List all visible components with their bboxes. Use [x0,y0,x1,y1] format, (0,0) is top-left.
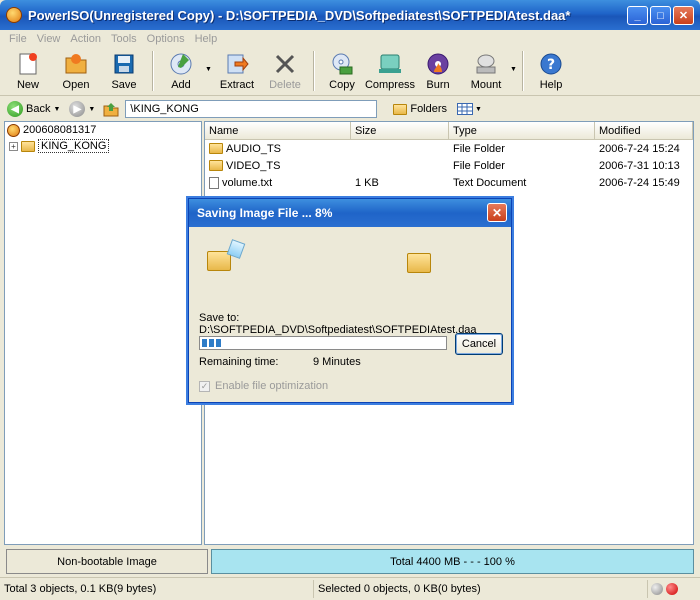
status-selected-objects: Selected 0 objects, 0 KB(0 bytes) [314,579,648,598]
minimize-button[interactable]: _ [627,6,648,25]
enable-file-optimization-checkbox[interactable]: ✓ Enable file optimization [199,380,328,392]
remaining-time-value: 9 Minutes [313,356,361,368]
extract-button[interactable]: Extract [213,48,261,94]
save-progress-bar [199,336,447,350]
poweriso-app-icon[interactable] [6,7,22,23]
menu-options[interactable]: Options [142,33,190,45]
column-size[interactable]: Size [351,122,449,139]
back-button[interactable]: ◀ Back ▼ [4,101,63,117]
open-folder-icon [63,51,89,77]
status-total-objects: Total 3 objects, 0.1 KB(9 bytes) [0,579,314,598]
folder-icon [21,140,35,152]
menu-view[interactable]: View [32,33,66,45]
mount-dropdown-arrow-icon[interactable]: ▼ [510,48,518,73]
table-row[interactable]: AUDIO_TS File Folder 2006-7-24 15:24 [205,140,693,157]
table-row[interactable]: volume.txt 1 KB Text Document 2006-7-24 … [205,174,693,191]
forward-arrow-icon[interactable]: ▶ [69,101,86,117]
menu-bar: File View Action Tools Options Help [0,30,700,48]
destination-folder-icon [407,253,431,273]
toolbar-separator [152,51,153,91]
view-mode-button[interactable]: ▼ [457,103,482,115]
add-files-icon [168,51,194,77]
view-grid-icon [457,103,474,115]
dialog-title: Saving Image File ... 8% [189,199,511,227]
folder-icon [209,160,223,171]
folder-tree-panel[interactable]: 200608081317 + KING_KONG [4,121,202,545]
maximize-button[interactable]: □ [650,6,671,25]
view-dropdown-arrow-icon: ▼ [475,105,482,113]
copy-button[interactable]: Copy [318,48,366,94]
folders-button[interactable]: Folders [389,103,451,115]
add-button[interactable]: Add [157,48,205,94]
red-indicator-icon [666,582,678,595]
grey-indicator-icon [651,582,663,595]
back-arrow-icon: ◀ [7,101,23,117]
tree-item-king-kong[interactable]: + KING_KONG [5,138,201,154]
toolbar-separator [313,51,314,91]
compress-button[interactable]: Compress [365,48,415,94]
back-dropdown-arrow-icon[interactable]: ▼ [53,106,60,113]
column-type[interactable]: Type [449,122,595,139]
delete-x-icon [272,51,298,77]
forward-dropdown-arrow-icon[interactable]: ▼ [88,106,95,113]
dialog-close-button[interactable]: ✕ [487,203,507,222]
burn-disc-icon [425,51,451,77]
column-modified[interactable]: Modified [595,122,693,139]
svg-text:?: ? [547,57,555,73]
new-button[interactable]: New [4,48,52,94]
path-input[interactable]: \KING_KONG [125,100,378,118]
copy-disc-icon [329,51,355,77]
close-button[interactable]: ✕ [673,6,694,25]
up-folder-icon[interactable] [103,101,119,117]
save-button[interactable]: Save [100,48,148,94]
toolbar: New Open Save Add ▼ Extract Delete Copy … [0,48,700,96]
compress-icon [377,51,403,77]
mount-drive-icon [473,51,499,77]
add-dropdown-arrow-icon[interactable]: ▼ [205,48,213,73]
progress-fill [202,339,222,347]
menu-tools[interactable]: Tools [106,33,142,45]
burn-button[interactable]: Burn [414,48,462,94]
file-list-header: Name Size Type Modified [205,122,693,140]
cancel-button[interactable]: Cancel [455,333,503,355]
delete-button[interactable]: Delete [261,48,309,94]
total-capacity-bar: Total 4400 MB - - - 100 % [211,549,694,574]
tree-expand-icon[interactable]: + [9,141,18,151]
help-button[interactable]: ? Help [527,48,575,94]
mount-button[interactable]: Mount [462,48,510,94]
menu-help[interactable]: Help [190,33,223,45]
tree-root-item[interactable]: 200608081317 [5,122,201,138]
saving-dialog: Saving Image File ... 8% ✕ Save to: D:\S… [188,198,512,403]
address-bar: ◀ Back ▼ ▶ ▼ \KING_KONG Folders ▼ [0,97,700,121]
checkbox-checked-icon: ✓ [199,380,210,392]
help-question-icon: ? [538,51,564,77]
extract-icon [224,51,250,77]
new-file-icon [15,51,41,77]
folder-icon [209,143,223,154]
window-controls: _ □ ✕ [627,6,694,25]
toolbar-separator [522,51,523,91]
column-name[interactable]: Name [205,122,351,139]
title-bar[interactable]: PowerISO(Unregistered Copy) - D:\SOFTPED… [0,0,700,30]
text-document-icon [209,176,219,189]
menu-file[interactable]: File [4,33,32,45]
open-button[interactable]: Open [52,48,100,94]
cd-image-icon [7,123,20,137]
menu-action[interactable]: Action [65,33,106,45]
floppy-save-icon [111,51,137,77]
remaining-time-label: Remaining time: [199,356,279,368]
table-row[interactable]: VIDEO_TS File Folder 2006-7-31 10:13 [205,157,693,174]
window-title: PowerISO(Unregistered Copy) - D:\SOFTPED… [28,7,571,23]
boot-status-box: Non-bootable Image [6,549,208,574]
folders-icon [393,103,408,115]
status-bar: Total 3 objects, 0.1 KB(9 bytes) Selecte… [0,577,700,599]
